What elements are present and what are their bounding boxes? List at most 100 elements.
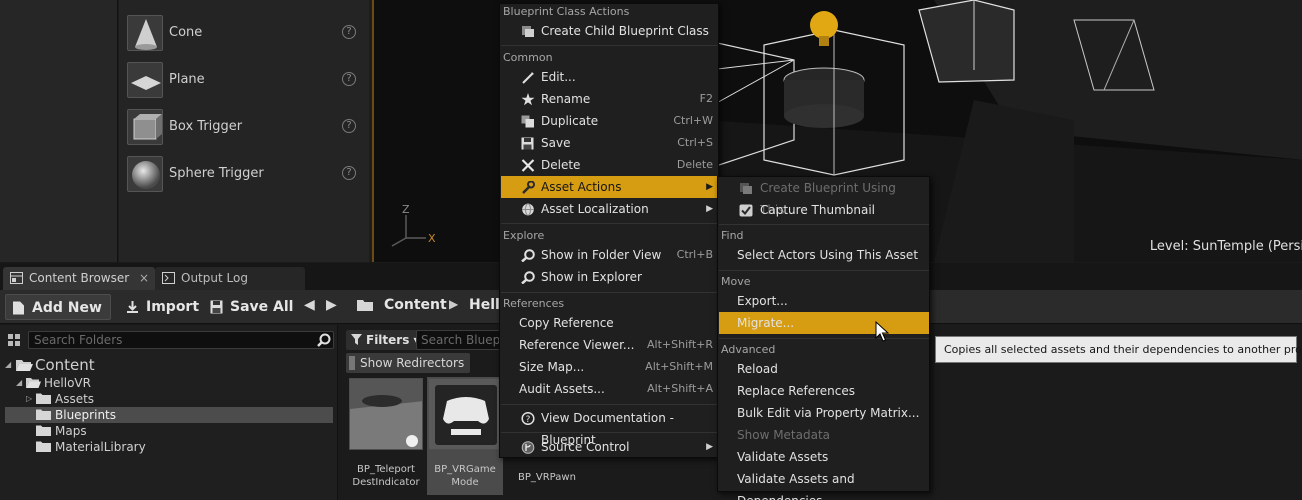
help-icon[interactable]: ?: [342, 166, 356, 180]
folder-icon: [357, 300, 373, 311]
menu-size-map[interactable]: Size Map... Alt+Shift+M: [501, 356, 717, 378]
save-icon: [210, 300, 223, 314]
help-icon[interactable]: ?: [342, 72, 356, 86]
menu-show-in-folder-view[interactable]: Show in Folder View Ctrl+B: [501, 244, 717, 266]
menu-reference-viewer[interactable]: Reference Viewer... Alt+Shift+R: [501, 334, 717, 356]
place-item-label: Box Trigger: [169, 119, 243, 134]
submenu-capture-thumbnail[interactable]: Capture Thumbnail: [719, 199, 929, 221]
save-all-label: Save All: [230, 299, 294, 315]
menu-rename[interactable]: Rename F2: [501, 88, 717, 110]
menu-edit[interactable]: Edit...: [501, 66, 717, 88]
tree-item-label: HelloVR: [44, 376, 91, 390]
folder-icon: [36, 441, 51, 452]
folder-icon: [36, 393, 51, 404]
import-button[interactable]: Import: [124, 294, 199, 320]
menu-item-label: Reference Viewer...: [519, 338, 635, 352]
submenu-migrate[interactable]: Migrate...: [719, 312, 929, 334]
search-icon[interactable]: [317, 333, 331, 347]
tab-content-browser[interactable]: Content Browser ×: [3, 267, 155, 290]
section-header-move: Move: [721, 275, 751, 288]
submenu-select-actors-using-this-asset[interactable]: Select Actors Using This Asset: [719, 244, 929, 266]
place-item-plane[interactable]: Plane ?: [119, 58, 369, 104]
submenu-item-label: Export...: [737, 294, 788, 308]
save-all-button[interactable]: Save All: [208, 294, 293, 320]
filter-icon: [351, 334, 362, 345]
submenu-export[interactable]: Export...: [719, 290, 929, 312]
menu-audit-assets[interactable]: Audit Assets... Alt+Shift+A: [501, 378, 717, 400]
submenu-validate-assets[interactable]: Validate Assets: [719, 446, 929, 468]
sources-panel-toggle-icon[interactable]: [8, 334, 20, 346]
tab-output-log[interactable]: Output Log: [155, 267, 305, 290]
folder-icon: [36, 409, 51, 420]
collapsed-arrow-icon[interactable]: ▷: [26, 391, 32, 407]
tab-label: Output Log: [181, 271, 248, 285]
menu-view-documentation[interactable]: ? View Documentation - Blueprint: [501, 407, 717, 447]
asset-actions-submenu: Create Blueprint Using This... Capture T…: [717, 176, 930, 500]
submenu-bulk-edit-property-matrix[interactable]: Bulk Edit via Property Matrix...: [719, 402, 929, 424]
menu-create-child-blueprint-class[interactable]: Create Child Blueprint Class: [501, 20, 717, 42]
place-item-cone[interactable]: Cone ?: [119, 11, 369, 57]
menu-separator: [501, 432, 717, 433]
submenu-replace-references[interactable]: Replace References: [719, 380, 929, 402]
asset-search-input[interactable]: [416, 330, 501, 350]
level-name-label: Level: SunTemple (Persi: [1149, 239, 1302, 254]
expanded-arrow-icon[interactable]: ◢: [5, 357, 11, 373]
tree-item-label: Blueprints: [55, 408, 117, 422]
checkbox-icon: [739, 204, 753, 217]
breadcrumb-content[interactable]: Content: [384, 297, 447, 313]
help-icon[interactable]: ?: [342, 25, 356, 39]
section-header-explore: Explore: [503, 229, 545, 242]
back-arrow-icon[interactable]: ◀: [304, 297, 315, 313]
menu-item-label: Asset Actions: [541, 180, 622, 194]
menu-item-label: Rename: [541, 92, 591, 106]
submenu-item-label: Validate Assets and Dependencies: [737, 472, 855, 500]
shortcut-label: F2: [699, 92, 713, 105]
menu-asset-localization[interactable]: Asset Localization ▶: [501, 198, 717, 220]
menu-item-label: Duplicate: [541, 114, 599, 128]
asset-name: BP_Teleport DestIndicator: [352, 464, 420, 488]
save-icon: [521, 137, 534, 150]
mouse-cursor-icon: [875, 321, 889, 342]
search-magnifier-icon: [521, 249, 535, 262]
menu-separator: [719, 270, 929, 271]
submenu-validate-assets-and-dependencies[interactable]: Validate Assets and Dependencies: [719, 468, 929, 500]
submenu-arrow-icon: ▶: [706, 204, 713, 214]
asset-tile[interactable]: BP_Teleport DestIndicator: [348, 377, 424, 495]
menu-asset-actions[interactable]: Asset Actions ▶: [501, 176, 717, 198]
filters-button[interactable]: Filters ▾: [346, 330, 426, 350]
menu-delete[interactable]: Delete Delete: [501, 154, 717, 176]
menu-item-label: Audit Assets...: [519, 382, 605, 396]
wrench-icon: [522, 181, 535, 194]
menu-copy-reference[interactable]: Copy Reference: [501, 312, 717, 334]
help-icon[interactable]: ?: [342, 119, 356, 133]
forward-arrow-icon[interactable]: ▶: [326, 297, 337, 313]
section-header-blueprint-class-actions: Blueprint Class Actions: [503, 5, 630, 18]
menu-source-control[interactable]: Source Control ▶: [501, 436, 717, 458]
asset-tile-selected[interactable]: BP_VRGame Mode: [427, 377, 503, 495]
place-item-sphere-trigger[interactable]: Sphere Trigger ?: [119, 152, 369, 198]
submenu-item-label: Validate Assets: [737, 450, 829, 464]
duplicate-icon: [521, 115, 534, 128]
migrate-tooltip: Copies all selected assets and their dep…: [935, 336, 1302, 363]
menu-show-in-explorer[interactable]: Show in Explorer: [501, 266, 717, 288]
submenu-item-label: Bulk Edit via Property Matrix...: [737, 406, 920, 420]
folder-search-input[interactable]: [28, 331, 334, 349]
add-new-button[interactable]: Add New ▾: [5, 294, 111, 342]
menu-separator: [501, 223, 717, 224]
box-trigger-icon: [127, 109, 163, 145]
menu-separator: [719, 338, 929, 339]
menu-separator: [501, 292, 717, 293]
axis-x-label: X: [428, 232, 436, 245]
submenu-item-label: Capture Thumbnail: [760, 203, 876, 217]
place-item-box-trigger[interactable]: Box Trigger ?: [119, 105, 369, 151]
show-redirectors-filter[interactable]: Show Redirectors: [346, 353, 471, 373]
place-actors-list: Cone ? Plane ? Box Trigger ? Sphere Trig…: [119, 0, 369, 262]
axis-z-label: Z: [402, 203, 410, 216]
expanded-arrow-icon[interactable]: ◢: [16, 375, 22, 391]
menu-duplicate[interactable]: Duplicate Ctrl+W: [501, 110, 717, 132]
close-icon[interactable]: ×: [139, 267, 149, 289]
menu-save[interactable]: Save Ctrl+S: [501, 132, 717, 154]
menu-separator: [501, 45, 717, 46]
menu-item-label: Save: [541, 136, 571, 150]
submenu-reload[interactable]: Reload: [719, 358, 929, 380]
